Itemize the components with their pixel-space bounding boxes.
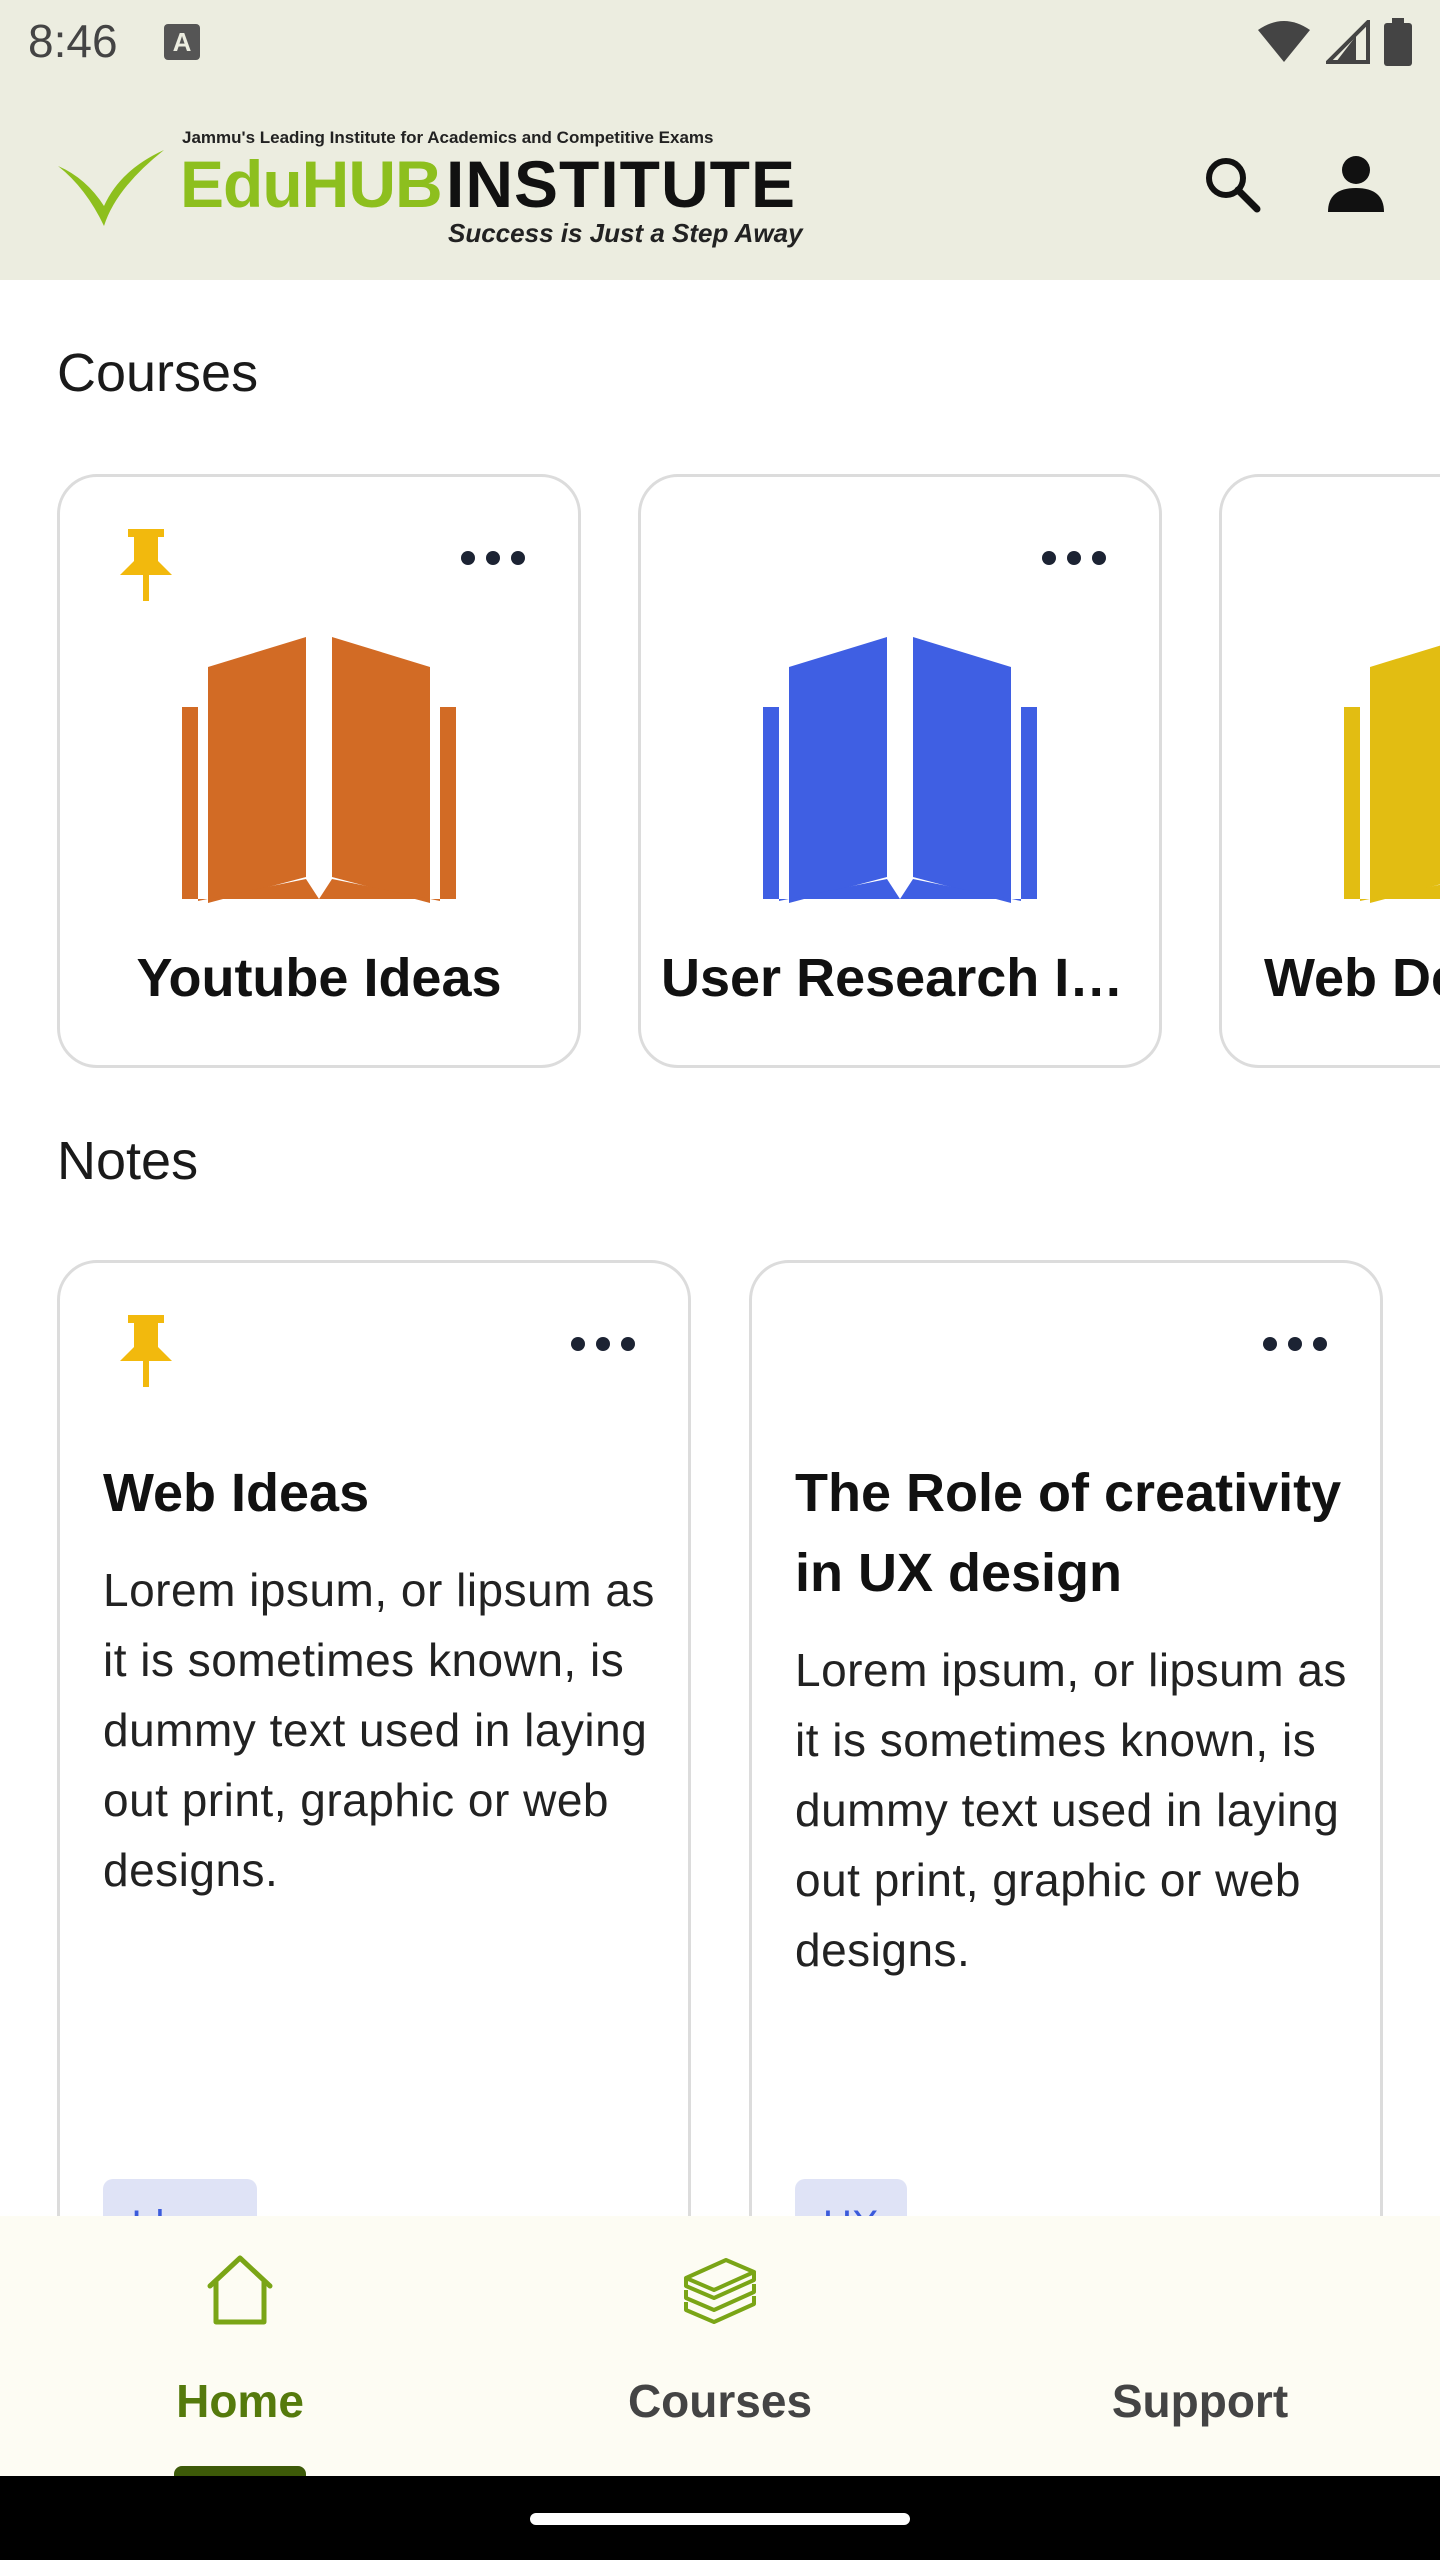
more-options-icon[interactable]: [1039, 543, 1109, 573]
home-gesture-handle[interactable]: [530, 2513, 910, 2525]
app-header: Jammu's Leading Institute for Academics …: [0, 84, 1440, 280]
course-card[interactable]: User Research Insights: [638, 474, 1162, 1068]
account-icon: [1328, 156, 1384, 212]
pin-icon: [120, 529, 172, 601]
battery-icon: [1384, 18, 1412, 66]
course-card[interactable]: Youtube Ideas: [57, 474, 581, 1068]
search-icon: [1206, 158, 1261, 213]
signal-icon: [1326, 20, 1370, 64]
home-icon: [207, 2255, 273, 2325]
book-icon: [763, 637, 1037, 903]
notes-section-title: Notes: [57, 1131, 199, 1191]
nav-home-label: Home: [176, 2375, 304, 2427]
app-screen: { "status_bar": { "time": "8:46", "notif…: [0, 0, 1440, 2560]
nav-support-label: Support: [1111, 2375, 1289, 2427]
status-bar: 8:46 A: [0, 0, 1440, 84]
note-body: Lorem ipsum, or lipsum as it is sometime…: [103, 1564, 655, 1896]
book-icon: [182, 637, 456, 903]
note-body: Lorem ipsum, or lipsum as it is sometime…: [795, 1644, 1347, 1976]
nav-courses[interactable]: Courses: [480, 2216, 960, 2476]
courses-section-title: Courses: [57, 343, 259, 403]
course-title: Web Design: [1264, 948, 1440, 1008]
book-icon: [1344, 645, 1440, 903]
gesture-navigation-bar: [0, 2476, 1440, 2560]
more-options-icon[interactable]: [568, 1329, 638, 1359]
note-title: Web Ideas: [103, 1463, 370, 1523]
more-options-icon[interactable]: [458, 543, 528, 573]
logo-brand-eduhub: EduHUB: [180, 147, 443, 221]
search-button[interactable]: [1196, 148, 1268, 220]
nav-home[interactable]: Home: [0, 2216, 480, 2480]
note-card[interactable]: Web Ideas Lorem ipsum, or lipsum as it i…: [57, 1260, 691, 2260]
leaf-logo-icon: [58, 150, 164, 226]
nav-courses-label: Courses: [627, 2375, 813, 2427]
wifi-icon: [1258, 21, 1310, 62]
logo-brand-institute: INSTITUTE: [446, 147, 796, 221]
logo-slogan: Success is Just a Step Away: [448, 218, 803, 248]
logo-tagline: Jammu's Leading Institute for Academics …: [182, 128, 714, 147]
account-button[interactable]: [1320, 148, 1392, 220]
eduhub-logo[interactable]: Jammu's Leading Institute for Academics …: [56, 128, 803, 248]
status-time: 8:46: [28, 15, 118, 67]
nav-support[interactable]: Support: [960, 2216, 1440, 2476]
course-title: User Research Insights: [661, 948, 1139, 1008]
system-icons: [1256, 16, 1412, 68]
a-notification-icon: A: [164, 24, 200, 60]
more-options-icon[interactable]: [1260, 1329, 1330, 1359]
course-title: Youtube Ideas: [136, 948, 502, 1008]
course-card[interactable]: Web Design: [1219, 474, 1440, 1068]
courses-stack-icon: [684, 2258, 756, 2324]
note-title: The Role of creativity in UX design: [795, 1463, 1342, 1603]
bottom-navigation: Home Courses Support: [0, 2216, 1440, 2480]
note-card[interactable]: The Role of creativity in UX design Lore…: [749, 1260, 1383, 2260]
pin-icon: [120, 1315, 172, 1387]
